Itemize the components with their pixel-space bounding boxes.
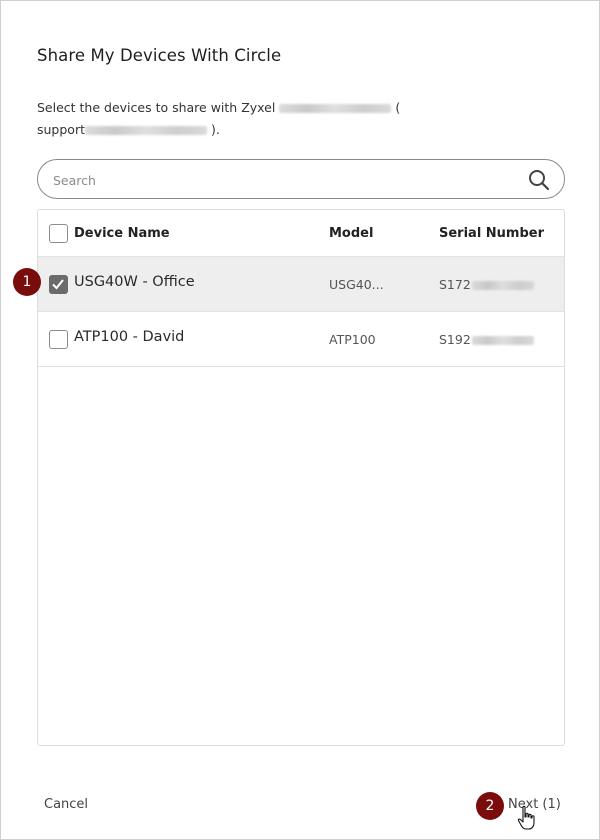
device-serial: S172 [439, 277, 534, 292]
table-row[interactable]: USG40W - Office USG40... S172 [38, 257, 564, 312]
checkmark-icon [52, 279, 64, 290]
table-header: Device Name Model Serial Number [38, 210, 564, 257]
device-name: USG40W - Office [74, 274, 195, 290]
device-model: ATP100 [329, 332, 376, 347]
devices-table: Device Name Model Serial Number USG40W -… [37, 209, 565, 746]
select-all-checkbox[interactable] [49, 224, 68, 243]
row-checkbox[interactable] [49, 330, 68, 349]
header-serial-number[interactable]: Serial Number [439, 226, 544, 241]
table-row[interactable]: ATP100 - David ATP100 S192 [38, 312, 564, 367]
description-text: Select the devices to share with Zyxel [37, 100, 276, 115]
serial-prefix: S192 [439, 332, 471, 347]
cancel-button[interactable]: Cancel [44, 797, 88, 812]
description-email-suffix: ). [210, 122, 220, 137]
description-paren: ( [395, 100, 401, 115]
dialog-title: Share My Devices With Circle [37, 46, 282, 65]
dialog-description: Select the devices to share with Zyxel (… [37, 97, 557, 141]
share-devices-dialog: Share My Devices With Circle Select the … [0, 0, 600, 840]
header-model[interactable]: Model [329, 226, 373, 241]
redacted-email [85, 126, 207, 135]
redacted-serial [471, 281, 534, 290]
device-name: ATP100 - David [74, 329, 185, 345]
serial-prefix: S172 [439, 277, 471, 292]
step-callout-1: 1 [13, 268, 41, 296]
row-checkbox[interactable] [49, 275, 68, 294]
search-icon[interactable] [527, 168, 551, 192]
hand-pointer-icon [517, 805, 535, 830]
step-callout-2: 2 [476, 792, 504, 820]
description-email-prefix: support [37, 122, 85, 137]
redacted-name [279, 104, 392, 113]
search-input[interactable] [53, 169, 513, 191]
device-serial: S192 [439, 332, 534, 347]
header-device-name[interactable]: Device Name [74, 226, 170, 241]
search-box[interactable] [37, 159, 565, 199]
redacted-serial [471, 336, 534, 345]
device-model: USG40... [329, 277, 384, 292]
